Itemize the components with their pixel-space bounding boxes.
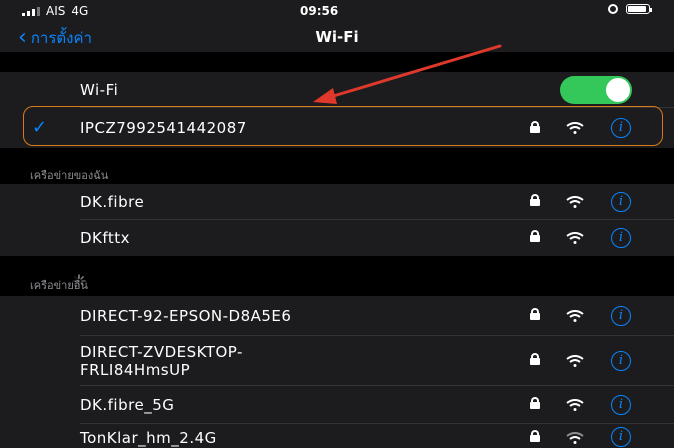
cell-signal-icon — [22, 6, 40, 16]
network-row-tonklar[interactable]: TonKlar_hm_2.4G i — [0, 424, 674, 448]
wifi-toggle-row: Wi-Fi — [0, 72, 674, 108]
toggle-knob — [606, 78, 630, 102]
wifi-toggle-label: Wi-Fi — [80, 81, 119, 99]
info-icon[interactable]: i — [611, 351, 631, 371]
wifi-settings-screen: AIS 4G 09:56 ‹ การตั้งค่า Wi-Fi Wi-Fi ✓ … — [0, 0, 674, 448]
loading-spinner-icon — [72, 274, 86, 288]
info-icon[interactable]: i — [611, 427, 631, 447]
section-gap — [0, 52, 674, 72]
status-bar: AIS 4G 09:56 — [0, 0, 674, 22]
orientation-lock-icon — [608, 4, 618, 14]
wifi-signal-icon — [566, 355, 584, 367]
wifi-signal-icon — [566, 196, 584, 208]
connected-network-row[interactable]: ✓ IPCZ7992541442087 i — [0, 108, 674, 148]
lock-icon — [530, 194, 540, 206]
my-networks-header: เครือข่ายของฉัน — [0, 148, 674, 184]
lock-icon — [530, 121, 540, 133]
network-row-direct-zvdesktop[interactable]: DIRECT-ZVDESKTOP- FRLI84HmsUP i — [0, 336, 674, 386]
status-left: AIS 4G — [22, 4, 88, 18]
page-title: Wi-Fi — [315, 28, 359, 46]
network-name: DKfttx — [80, 229, 131, 247]
network-name: TonKlar_hm_2.4G — [80, 429, 217, 447]
network-name: DK.fibre_5G — [80, 396, 175, 414]
navigation-bar: ‹ การตั้งค่า Wi-Fi — [0, 22, 674, 52]
lock-icon — [530, 430, 540, 442]
wifi-toggle-switch[interactable] — [560, 76, 632, 104]
battery-icon — [626, 4, 652, 14]
network-row-dkfttx[interactable]: DKfttx i — [0, 220, 674, 256]
network-name-line2: FRLI84HmsUP — [80, 361, 191, 379]
network-type: 4G — [71, 4, 89, 18]
network-row-direct-epson[interactable]: DIRECT-92-EPSON-D8A5E6 i — [0, 296, 674, 336]
network-name-line1: DIRECT-ZVDESKTOP- — [80, 343, 243, 361]
clock: 09:56 — [300, 4, 339, 18]
section-header-label: เครือข่ายของฉัน — [30, 169, 109, 182]
wifi-signal-icon — [566, 122, 584, 134]
wifi-signal-icon — [566, 232, 584, 244]
wifi-signal-icon — [566, 310, 584, 322]
lock-icon — [530, 308, 540, 320]
info-icon[interactable]: i — [611, 306, 631, 326]
network-row-dk-fibre[interactable]: DK.fibre i — [0, 184, 674, 220]
info-icon[interactable]: i — [611, 192, 631, 212]
network-name: IPCZ7992541442087 — [80, 119, 247, 137]
network-name: DIRECT-92-EPSON-D8A5E6 — [80, 307, 292, 325]
info-icon[interactable]: i — [611, 228, 631, 248]
lock-icon — [530, 397, 540, 409]
network-row-dk-fibre-5g[interactable]: DK.fibre_5G i — [0, 386, 674, 424]
lock-icon — [530, 353, 540, 365]
wifi-signal-icon — [566, 432, 584, 444]
carrier-name: AIS — [46, 4, 66, 18]
info-icon[interactable]: i — [611, 118, 631, 138]
other-networks-header: เครือข่ายอื่น — [0, 256, 674, 296]
checkmark-icon: ✓ — [32, 117, 48, 138]
lock-icon — [530, 230, 540, 242]
status-right — [608, 4, 652, 14]
info-icon[interactable]: i — [611, 395, 631, 415]
network-name: DK.fibre — [80, 193, 145, 211]
wifi-signal-icon — [566, 399, 584, 411]
